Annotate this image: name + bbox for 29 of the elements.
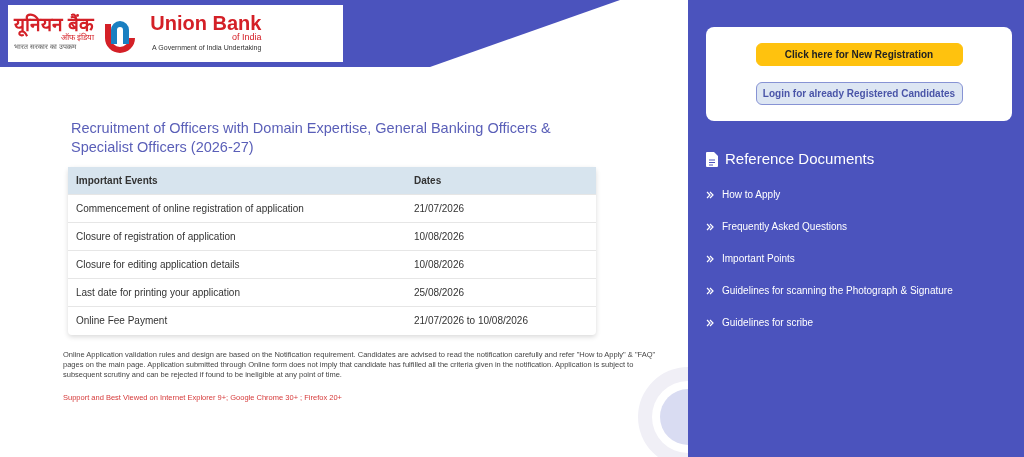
table-cell: Online Fee Payment <box>68 306 406 335</box>
table-cell: 10/08/2026 <box>406 250 596 279</box>
double-chevron-icon <box>706 254 714 263</box>
logo-text: of India <box>230 33 262 44</box>
column-header: Important Events <box>68 166 406 195</box>
double-chevron-icon <box>706 190 714 199</box>
table-cell: Last date for printing your application <box>68 278 406 307</box>
document-icon <box>706 151 718 167</box>
logo-text: Union Bank <box>150 13 262 34</box>
double-chevron-icon <box>706 318 714 327</box>
table-cell: Closure for editing application details <box>68 250 406 279</box>
double-chevron-icon <box>706 222 714 231</box>
document-link[interactable]: How to Apply <box>706 178 1012 211</box>
double-chevron-icon <box>706 286 714 295</box>
table-cell: 21/07/2026 to 10/08/2026 <box>406 306 596 335</box>
column-header: Dates <box>406 166 596 195</box>
table-cell: 10/08/2026 <box>406 222 596 251</box>
document-link[interactable]: Guidelines for scribe <box>706 306 1012 339</box>
login-button[interactable]: Login for already Registered Candidates <box>755 82 963 105</box>
page-title: Recruitment of Officers with Domain Expertise, General Banking Officers & Specialist Officers (2026-27) <box>71 119 552 157</box>
table-cell: Commencement of online registration of application <box>68 194 406 223</box>
table-cell: Closure of registration of application <box>68 222 406 251</box>
registration-button[interactable]: Click here for New Registration <box>755 43 963 66</box>
table-cell: 21/07/2026 <box>406 194 596 223</box>
document-link[interactable]: Important Points <box>706 242 1012 275</box>
table-cell: 25/08/2026 <box>406 278 596 307</box>
document-link[interactable]: Frequently Asked Questions <box>706 210 1012 243</box>
section-heading: Reference Documents <box>725 149 875 169</box>
document-link[interactable]: Guidelines for scanning the Photograph & Signature <box>706 274 1012 307</box>
